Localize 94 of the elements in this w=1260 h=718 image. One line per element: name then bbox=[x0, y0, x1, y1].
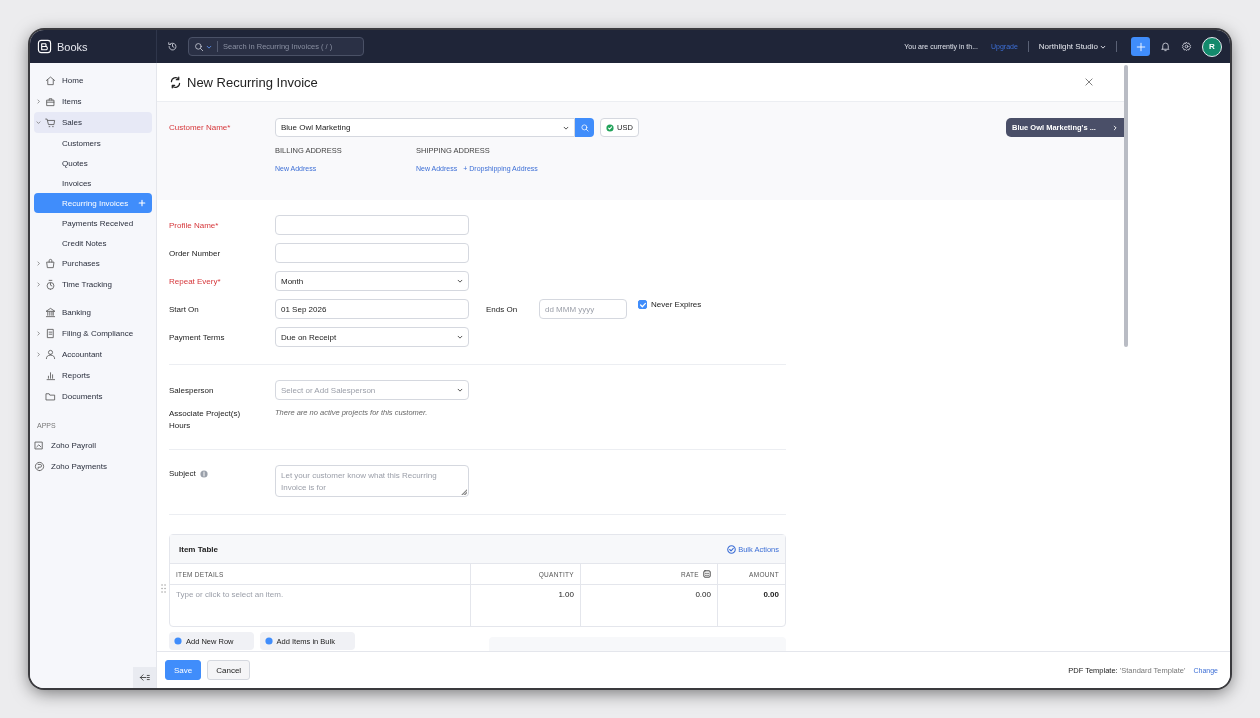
add-button[interactable] bbox=[1131, 37, 1150, 56]
folder-icon bbox=[45, 391, 56, 402]
basket-icon bbox=[45, 96, 56, 107]
sidebar-item[interactable]: Accountant bbox=[34, 344, 152, 365]
chevron-icon bbox=[36, 352, 41, 357]
search-button[interactable] bbox=[575, 118, 594, 137]
date-field[interactable]: dd MMM yyyy bbox=[539, 299, 627, 319]
chevron-icon bbox=[36, 331, 41, 336]
never-expires-checkbox[interactable]: Never Expires bbox=[638, 300, 702, 309]
caret-icon bbox=[457, 278, 463, 284]
sidebar-item[interactable]: Time Tracking bbox=[34, 274, 152, 295]
search-icon bbox=[579, 122, 590, 133]
document-icon bbox=[45, 328, 56, 339]
caret-icon bbox=[457, 334, 463, 340]
select-field[interactable]: Due on Receipt bbox=[275, 327, 469, 347]
sidebar-subitem[interactable]: Customers bbox=[34, 133, 152, 153]
caret-icon bbox=[1100, 43, 1106, 50]
circle-icon bbox=[174, 637, 182, 645]
chevron-icon bbox=[36, 120, 41, 125]
table-cell[interactable]: 1.00 bbox=[558, 590, 574, 599]
input-field[interactable] bbox=[275, 215, 469, 235]
sidebar-item[interactable]: Documents bbox=[34, 386, 152, 407]
input-field[interactable] bbox=[275, 243, 469, 263]
drag-handle-icon[interactable] bbox=[161, 584, 166, 593]
bell-icon[interactable] bbox=[1160, 41, 1171, 52]
chevron-icon bbox=[36, 261, 41, 266]
close-icon[interactable] bbox=[1084, 77, 1094, 87]
field-label: Repeat Every* bbox=[169, 276, 221, 286]
field-label: Associate Project(s) Hours bbox=[169, 408, 242, 432]
coin-icon bbox=[34, 461, 45, 472]
user-avatar[interactable]: R bbox=[1202, 36, 1222, 57]
field-label: Salesperson bbox=[169, 385, 214, 395]
sidebar-subitem[interactable]: Quotes bbox=[34, 153, 152, 173]
sidebar-item[interactable]: Items bbox=[34, 91, 152, 112]
search-icon bbox=[194, 41, 204, 52]
field-label: Order Number bbox=[169, 248, 221, 258]
cart-icon bbox=[45, 117, 56, 128]
chevron-icon bbox=[1112, 124, 1118, 131]
history-icon[interactable] bbox=[167, 41, 178, 52]
field-label: Ends On bbox=[486, 304, 519, 314]
field-label: Subject bbox=[169, 469, 196, 478]
check-circle-icon bbox=[727, 544, 737, 554]
caret-icon bbox=[206, 43, 212, 50]
input-field[interactable]: 01 Sep 2026 bbox=[275, 299, 469, 319]
sidebar-item[interactable]: Reports bbox=[34, 365, 152, 386]
chevron-icon bbox=[36, 282, 41, 287]
sidebar-subitem[interactable]: Credit Notes bbox=[34, 233, 152, 253]
bag-icon bbox=[45, 258, 56, 269]
resize-grip-icon[interactable] bbox=[461, 489, 467, 495]
image-icon bbox=[34, 440, 45, 451]
calculator-icon[interactable] bbox=[703, 570, 711, 578]
sidebar-subitem[interactable]: Payments Received bbox=[34, 213, 152, 233]
customer-select[interactable]: Blue Owl Marketing bbox=[275, 118, 575, 137]
plus-icon bbox=[1134, 40, 1147, 53]
sidebar-subitem[interactable]: Invoices bbox=[34, 173, 152, 193]
table-title: Item Table bbox=[179, 544, 218, 554]
field-label: Customer Name* bbox=[169, 123, 232, 132]
chevron-icon bbox=[36, 99, 41, 104]
plus-icon[interactable] bbox=[138, 199, 146, 207]
table-cell: 0.00 bbox=[763, 590, 779, 599]
field-label: Payment Terms bbox=[169, 332, 225, 342]
recurring-icon bbox=[169, 75, 182, 89]
sidebar-item[interactable]: Purchases bbox=[34, 253, 152, 274]
cancel-button[interactable]: Cancel bbox=[207, 660, 251, 680]
stopwatch-icon bbox=[45, 279, 56, 290]
circle-icon bbox=[264, 637, 273, 645]
scrollbar[interactable] bbox=[1124, 65, 1128, 347]
sidebar-item[interactable]: Home bbox=[34, 70, 152, 91]
check-circle-icon bbox=[606, 123, 614, 132]
organization-menu[interactable]: Northlight Studio bbox=[1038, 42, 1106, 51]
sidebar-item[interactable]: Filing & Compliance bbox=[34, 323, 152, 344]
page-title: New Recurring Invoice bbox=[187, 74, 318, 90]
settings-icon[interactable] bbox=[1181, 41, 1192, 52]
logo-icon bbox=[37, 39, 52, 54]
sidebar-item[interactable]: Zoho Payroll bbox=[34, 435, 152, 456]
select-field[interactable]: Month bbox=[275, 271, 469, 291]
text-area[interactable]: Let your customer know what this Recurring Invoice is for bbox=[275, 465, 469, 497]
table-cell[interactable]: 0.00 bbox=[695, 590, 711, 599]
home-icon bbox=[45, 75, 56, 86]
info-icon[interactable] bbox=[199, 469, 208, 478]
field-label: Profile Name* bbox=[169, 220, 219, 230]
sidebar-item[interactable]: Zoho Payments bbox=[34, 456, 152, 477]
collapse-button[interactable] bbox=[133, 667, 156, 688]
sidebar-item[interactable]: Banking bbox=[34, 302, 152, 323]
check-icon bbox=[638, 300, 647, 309]
bar-chart-icon bbox=[45, 370, 56, 381]
sidebar-item[interactable]: Sales bbox=[34, 112, 152, 133]
collapse-icon bbox=[139, 672, 150, 683]
app-name: Books bbox=[57, 40, 88, 53]
caret-icon bbox=[457, 387, 463, 393]
caret-icon bbox=[563, 124, 569, 131]
person-icon bbox=[45, 349, 56, 360]
bank-icon bbox=[45, 307, 56, 318]
field-label: Start On bbox=[169, 304, 199, 314]
